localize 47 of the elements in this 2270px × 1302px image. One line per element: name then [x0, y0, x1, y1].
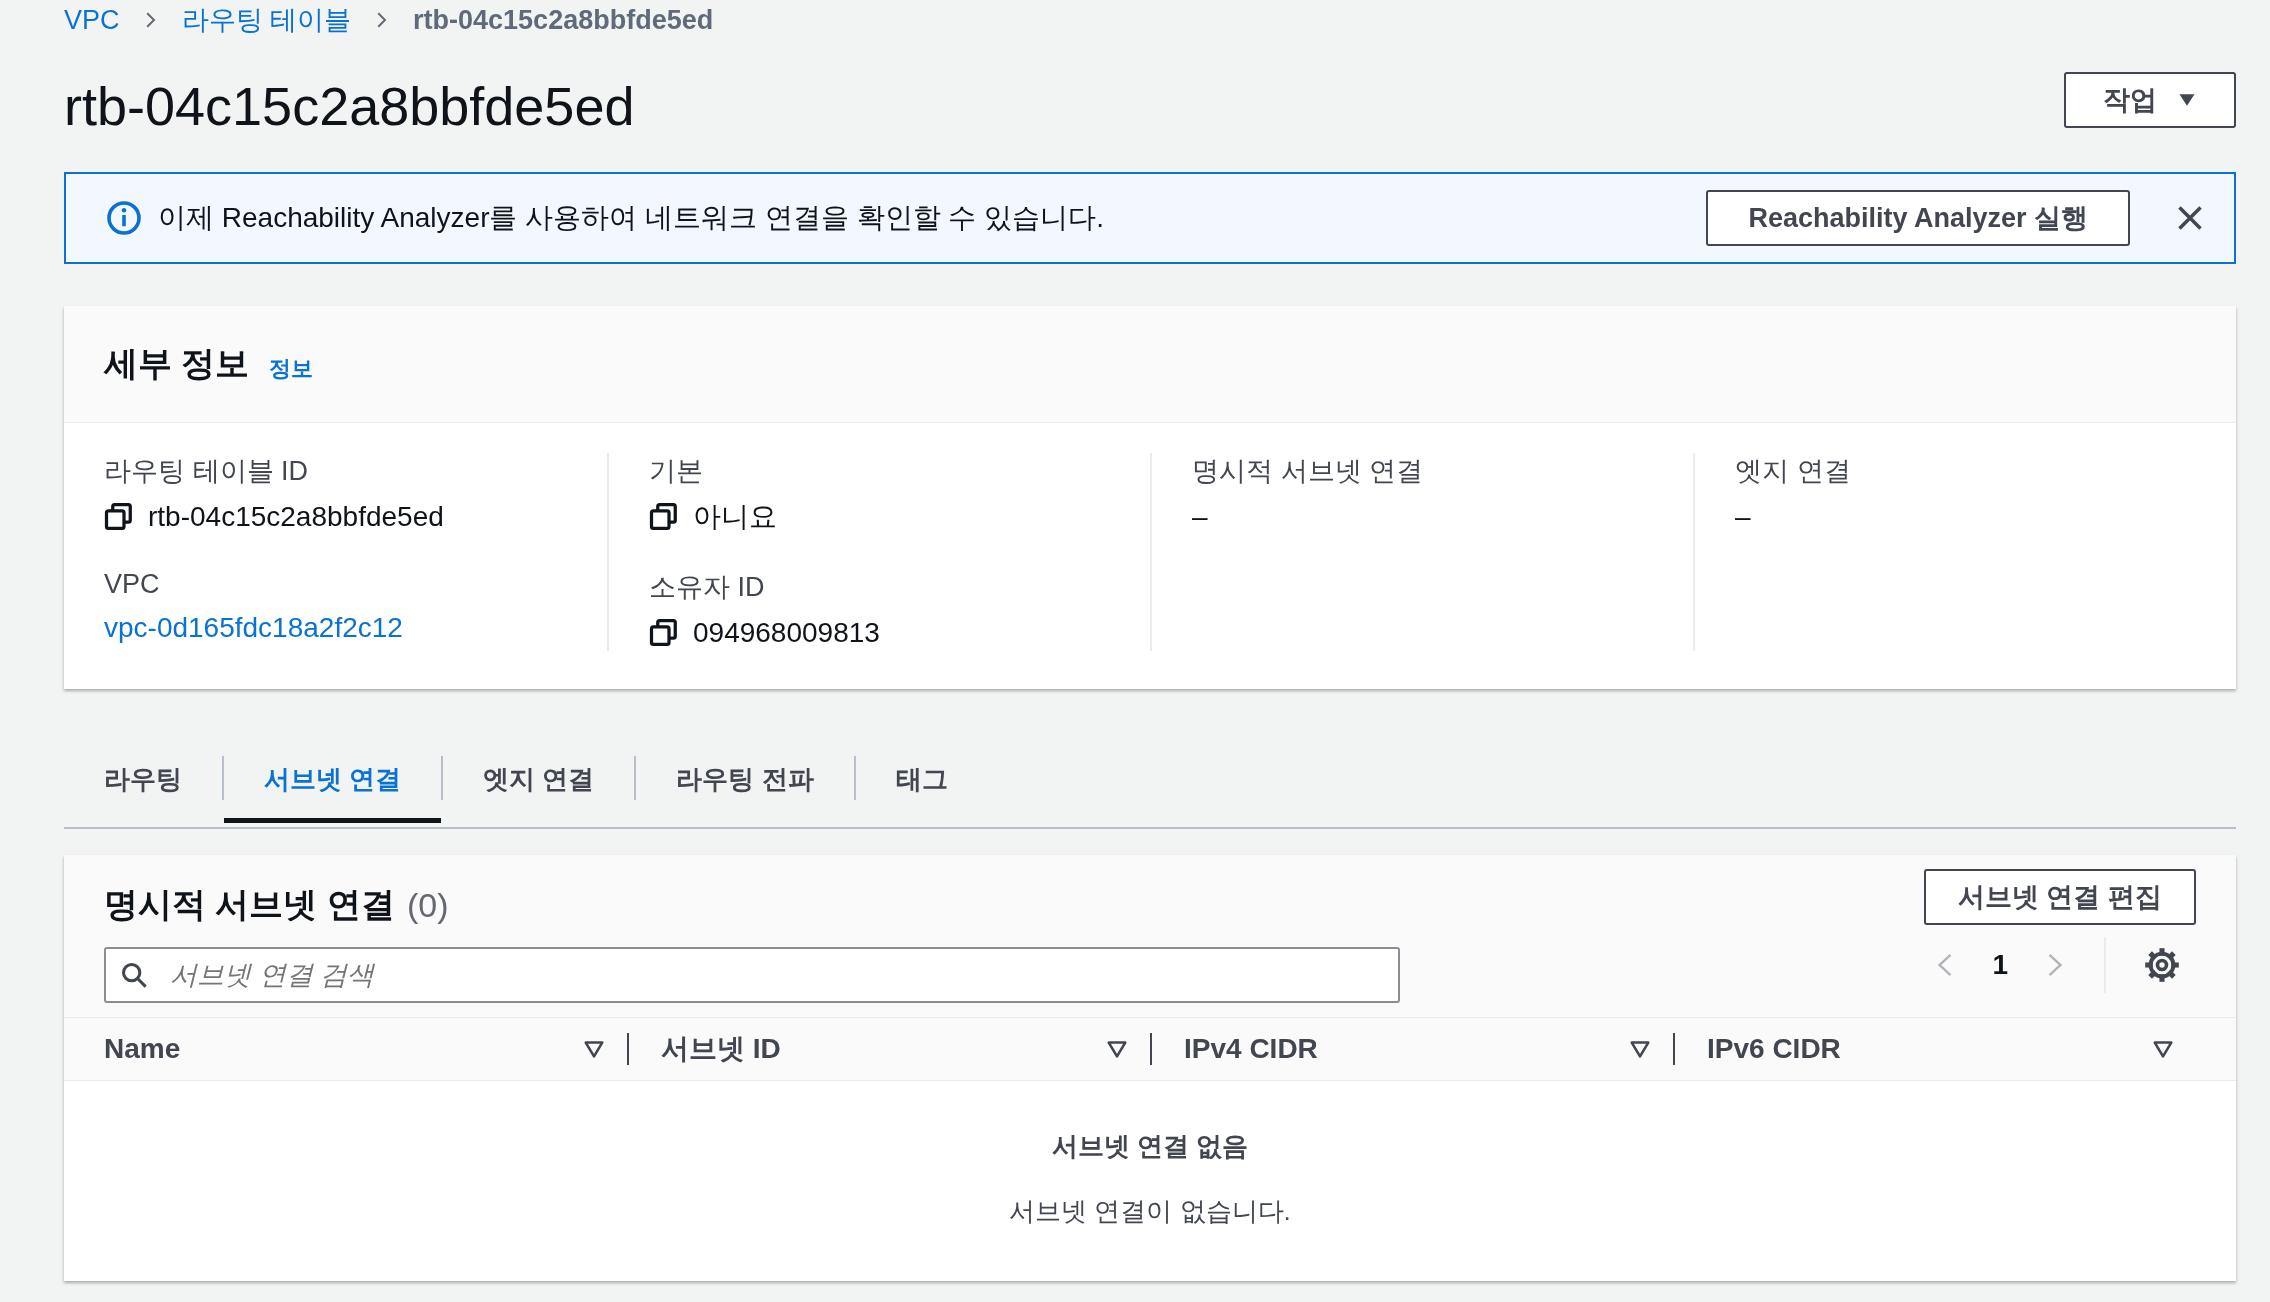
page-number[interactable]: 1	[1982, 949, 2018, 981]
empty-state-title: 서브넷 연결 없음	[1051, 1130, 1249, 1163]
field-label: 엣지 연결	[1735, 455, 1852, 488]
field-value: 094968009813	[693, 617, 880, 649]
field-value: –	[1192, 501, 1208, 533]
tab[interactable]: 서브넷 연결	[224, 741, 442, 823]
column-header[interactable]: IPv4 CIDR	[1184, 1033, 1629, 1065]
banner-message: 이제 Reachability Analyzer를 사용하여 네트워크 연결을 확인할 수 있습니다.	[158, 201, 1105, 235]
section-heading: 세부 정보	[104, 343, 250, 384]
info-icon	[106, 200, 142, 236]
tab[interactable]: 라우팅	[104, 741, 222, 823]
vpc-link[interactable]: vpc-0d165fdc18a2f2c12	[104, 612, 403, 644]
sort-icon	[583, 1038, 605, 1060]
field-label: 기본	[649, 455, 704, 488]
run-analyzer-button[interactable]: Reachability Analyzer 실행	[1706, 190, 2130, 246]
sort-icon	[2152, 1038, 2174, 1060]
info-link[interactable]: 정보	[269, 344, 314, 384]
actions-button[interactable]: 작업	[2064, 72, 2236, 128]
column-header[interactable]: 서브넷 ID	[661, 1030, 1106, 1068]
tab[interactable]: 태그	[855, 741, 988, 823]
column-header[interactable]: Name	[104, 1033, 583, 1065]
field-value: –	[1735, 501, 1751, 533]
field-label: 소유자 ID	[649, 571, 766, 604]
empty-state-message: 서브넷 연결이 없습니다.	[1009, 1195, 1291, 1228]
copy-icon	[649, 618, 679, 648]
field-label: VPC	[104, 569, 161, 600]
copy-icon	[649, 502, 679, 532]
breadcrumb-link[interactable]: 라우팅 테이블	[181, 2, 352, 38]
edit-subnet-associations-button[interactable]: 서브넷 연결 편집	[1924, 869, 2196, 925]
item-count: (0)	[406, 885, 449, 925]
field-label: 라우팅 테이블 ID	[104, 455, 309, 488]
tab[interactable]: 엣지 연결	[443, 741, 635, 823]
field-label: 명시적 서브넷 연결	[1192, 455, 1424, 488]
breadcrumb-link[interactable]: VPC	[64, 4, 120, 36]
close-icon	[2176, 204, 2204, 232]
breadcrumb-current: rtb-04c15c2a8bbfde5ed	[413, 4, 714, 36]
sort-icon	[1106, 1038, 1128, 1060]
field-value: rtb-04c15c2a8bbfde5ed	[148, 501, 444, 533]
tab[interactable]: 라우팅 전파	[636, 741, 854, 823]
settings-icon	[2144, 947, 2180, 983]
page-title: rtb-04c15c2a8bbfde5ed	[64, 75, 635, 137]
copy-icon	[104, 502, 134, 532]
field-value: 아니요	[693, 500, 777, 534]
column-header[interactable]: IPv6 CIDR	[1707, 1033, 2152, 1065]
search-field[interactable]: 서브넷 연결 검색	[104, 947, 1400, 1003]
sort-icon	[1629, 1038, 1651, 1060]
table-heading: 명시적 서브넷 연결	[104, 884, 395, 925]
